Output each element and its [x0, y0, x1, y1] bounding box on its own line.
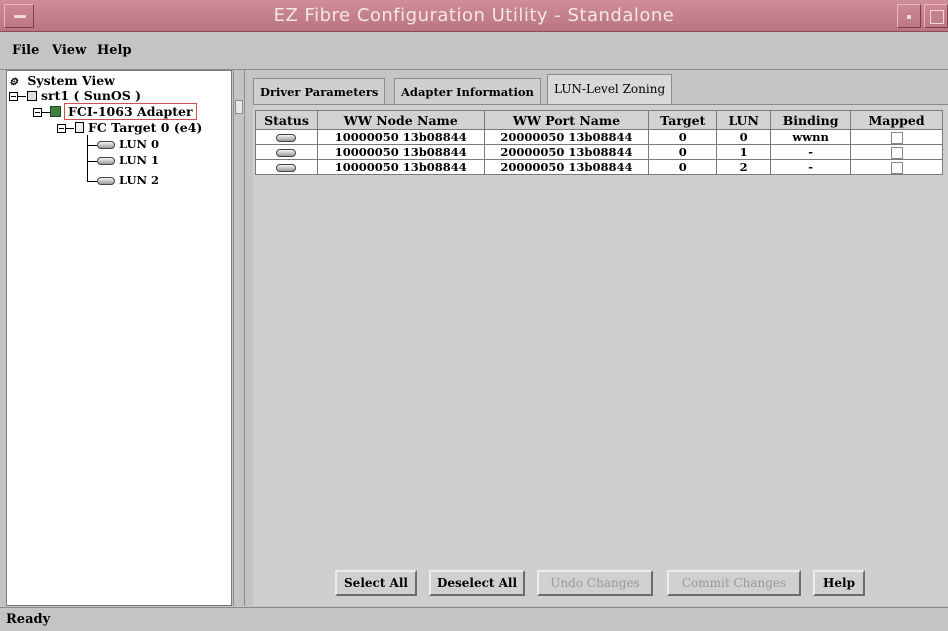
tree-lun-0[interactable]: LUN 0	[119, 137, 159, 151]
status-cell	[255, 159, 318, 175]
system-tree[interactable]: ⚙ System View srt1 ( SunOS ) FCI-1063 Ad…	[6, 70, 232, 606]
column-header-mapped[interactable]: Mapped	[850, 110, 943, 130]
tree-connector	[66, 128, 74, 129]
tree-root-label: System View	[27, 73, 115, 88]
ww-node-name-cell: 10000050 13b08844	[316, 129, 485, 145]
tree-adapter[interactable]: FCI-1063 Adapter	[50, 103, 197, 120]
lun-zoning-table: Status WW Node Name WW Port Name Target …	[255, 110, 943, 175]
tree-connector	[18, 96, 26, 97]
mapped-cell	[850, 159, 943, 175]
splitter-grip[interactable]	[235, 100, 243, 114]
lun-cell: 1	[716, 144, 772, 160]
maximize-button[interactable]	[924, 4, 948, 28]
status-cell	[255, 144, 318, 160]
column-header-binding[interactable]: Binding	[770, 110, 852, 130]
menu-view[interactable]: View	[52, 43, 86, 58]
column-header-ww-port-name[interactable]: WW Port Name	[483, 110, 650, 130]
binding-cell: wwnn	[770, 129, 852, 145]
lun-disk-icon	[97, 177, 115, 185]
help-button[interactable]: Help	[813, 570, 865, 596]
column-header-target[interactable]: Target	[648, 110, 718, 130]
tree-adapter-label: FCI-1063 Adapter	[64, 103, 197, 120]
minimize-button[interactable]	[897, 4, 921, 28]
menu-file[interactable]: File	[12, 43, 39, 58]
status-disk-icon	[276, 164, 297, 172]
maximize-icon	[930, 10, 944, 24]
tree-lun-1[interactable]: LUN 1	[119, 153, 159, 167]
network-icon: ⚙	[9, 77, 18, 88]
ww-port-name-cell: 20000050 13b08844	[483, 144, 650, 160]
menu-file-label: File	[12, 43, 40, 58]
menu-help-label: Help	[97, 43, 132, 58]
status-text: Ready	[6, 612, 51, 627]
deselect-all-button[interactable]: Deselect All	[429, 570, 525, 596]
window-title: EZ Fibre Configuration Utility - Standal…	[273, 5, 675, 26]
tree-root[interactable]: ⚙ System View	[9, 73, 115, 88]
binding-cell: -	[770, 159, 852, 175]
tab-lun-level-zoning[interactable]: LUN-Level Zoning	[547, 74, 673, 104]
pane-splitter[interactable]	[233, 70, 245, 606]
binding-cell: -	[770, 144, 852, 160]
minimize-icon	[907, 15, 911, 19]
mapped-checkbox[interactable]	[890, 162, 903, 174]
tree-connector	[87, 161, 97, 162]
lun-disk-icon	[97, 141, 115, 149]
mapped-cell	[850, 129, 943, 145]
host-collapse-toggle[interactable]	[9, 92, 18, 101]
tree-connector	[87, 135, 88, 181]
menu-view-label: View	[52, 43, 87, 58]
mapped-checkbox[interactable]	[890, 147, 903, 159]
tree-host[interactable]: srt1 ( SunOS )	[27, 88, 141, 103]
adapter-card-icon	[50, 106, 61, 117]
target-cell: 0	[648, 159, 718, 175]
tree-target-label: FC Target 0 (e4)	[88, 120, 203, 135]
status-disk-icon	[276, 134, 297, 142]
ww-node-name-cell: 10000050 13b08844	[316, 159, 485, 175]
mapped-cell	[850, 144, 943, 160]
column-header-ww-node-name[interactable]: WW Node Name	[316, 110, 485, 130]
status-disk-icon	[276, 149, 297, 157]
lun-cell: 2	[716, 159, 772, 175]
table-header-row: Status WW Node Name WW Port Name Target …	[255, 110, 943, 130]
target-cell: 0	[648, 129, 718, 145]
tree-target[interactable]: FC Target 0 (e4)	[75, 120, 202, 135]
status-cell	[255, 129, 318, 145]
select-all-button[interactable]: Select All	[335, 570, 417, 596]
table-row[interactable]: 10000050 13b08844 20000050 13b08844 0 2 …	[255, 159, 943, 175]
ww-node-name-cell: 10000050 13b08844	[316, 144, 485, 160]
app-window: EZ Fibre Configuration Utility - Standal…	[0, 0, 948, 631]
computer-icon	[27, 91, 37, 101]
tab-driver-parameters[interactable]: Driver Parameters	[253, 78, 386, 104]
tree-connector	[42, 112, 50, 113]
tree-connector	[87, 181, 97, 182]
tree-host-label: srt1 ( SunOS )	[41, 88, 142, 103]
table-row[interactable]: 10000050 13b08844 20000050 13b08844 0 0 …	[255, 129, 943, 145]
target-collapse-toggle[interactable]	[57, 124, 66, 133]
tab-content	[253, 104, 948, 606]
ww-port-name-cell: 20000050 13b08844	[483, 159, 650, 175]
mapped-checkbox[interactable]	[890, 132, 903, 144]
lun-disk-icon	[97, 157, 115, 165]
menu-bar: File View Help	[0, 32, 948, 70]
column-header-lun[interactable]: LUN	[716, 110, 772, 130]
lun-cell: 0	[716, 129, 772, 145]
column-header-status[interactable]: Status	[255, 110, 318, 130]
commit-changes-button[interactable]: Commit Changes	[667, 570, 801, 596]
adapter-collapse-toggle[interactable]	[33, 108, 42, 117]
tree-lun-2[interactable]: LUN 2	[119, 173, 159, 187]
undo-changes-button[interactable]: Undo Changes	[537, 570, 653, 596]
menu-help[interactable]: Help	[97, 43, 132, 58]
tab-adapter-information[interactable]: Adapter Information	[394, 78, 541, 104]
target-cell: 0	[648, 144, 718, 160]
ww-port-name-cell: 20000050 13b08844	[483, 129, 650, 145]
button-bar: Select All Deselect All Undo Changes Com…	[247, 570, 948, 602]
tree-connector	[87, 145, 97, 146]
status-bar: Ready	[0, 607, 948, 631]
target-icon	[75, 122, 84, 133]
title-bar: EZ Fibre Configuration Utility - Standal…	[0, 0, 948, 32]
table-row[interactable]: 10000050 13b08844 20000050 13b08844 0 1 …	[255, 144, 943, 160]
detail-pane: Driver Parameters Adapter Information LU…	[247, 70, 948, 606]
